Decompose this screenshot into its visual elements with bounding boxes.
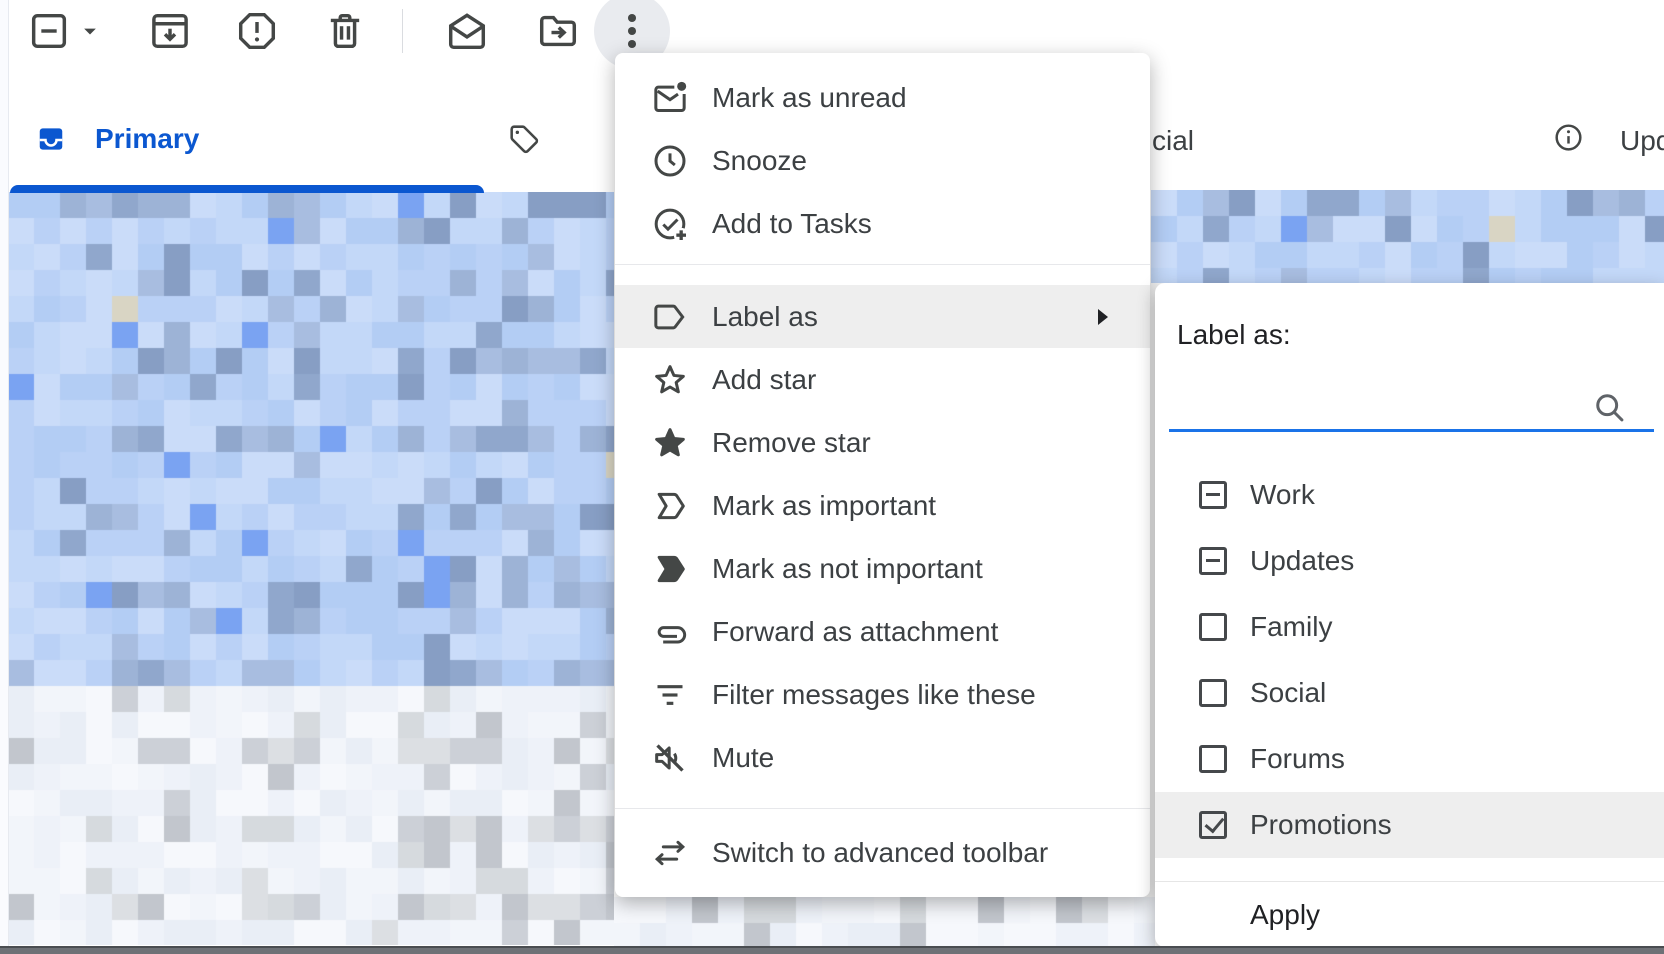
menu-item-remove-star[interactable]: Remove star xyxy=(615,411,1150,474)
submenu-arrow-icon xyxy=(1094,306,1112,328)
primary-tab-active-underline xyxy=(10,185,484,193)
important-outline-icon xyxy=(650,486,690,526)
menu-item-label-as[interactable]: Label as xyxy=(615,285,1150,348)
select-checkbox[interactable] xyxy=(26,8,72,54)
email-list-blurred-bottom xyxy=(614,897,1155,946)
add-task-icon xyxy=(650,204,690,244)
tab-updates-partial-label[interactable]: Upd xyxy=(1620,124,1664,158)
report-spam-icon[interactable] xyxy=(234,8,280,54)
menu-item-label: Add to Tasks xyxy=(712,208,872,240)
primary-tab-icon xyxy=(36,124,66,154)
mute-icon xyxy=(650,738,690,778)
menu-item-mark-as-not-important[interactable]: Mark as not important xyxy=(615,537,1150,600)
label-list: Work Updates Family Social Forums Promot… xyxy=(1155,462,1664,858)
label-option-text: Work xyxy=(1250,479,1315,511)
mark-unread-icon xyxy=(650,78,690,118)
checkbox-indeterminate-icon[interactable] xyxy=(1199,547,1227,575)
label-option-promotions[interactable]: Promotions xyxy=(1155,792,1664,858)
menu-item-label: Mark as unread xyxy=(712,82,907,114)
checkbox-empty-icon[interactable] xyxy=(1199,745,1227,773)
more-options-icon[interactable] xyxy=(609,8,655,54)
select-dropdown-caret-icon[interactable] xyxy=(76,17,104,45)
menu-item-label: Label as xyxy=(712,301,818,333)
menu-item-label: Remove star xyxy=(712,427,871,459)
menu-item-add-to-tasks[interactable]: Add to Tasks xyxy=(615,192,1150,255)
checkbox-empty-icon[interactable] xyxy=(1199,679,1227,707)
menu-item-filter-messages[interactable]: Filter messages like these xyxy=(615,663,1150,726)
search-icon[interactable] xyxy=(1591,389,1627,425)
label-option-text: Forums xyxy=(1250,743,1345,775)
checkbox-checked-icon[interactable] xyxy=(1199,811,1227,839)
tab-primary[interactable]: Primary xyxy=(95,122,199,156)
menu-item-add-star[interactable]: Add star xyxy=(615,348,1150,411)
menu-item-label: Snooze xyxy=(712,145,807,177)
label-option-forums[interactable]: Forums xyxy=(1155,726,1664,792)
menu-divider xyxy=(615,808,1150,809)
menu-divider xyxy=(615,264,1150,265)
label-option-social[interactable]: Social xyxy=(1155,660,1664,726)
label-search-input[interactable] xyxy=(1171,379,1585,427)
search-underline xyxy=(1169,429,1654,432)
menu-item-mark-as-unread[interactable]: Mark as unread xyxy=(615,66,1150,129)
label-option-text: Family xyxy=(1250,611,1332,643)
delete-icon[interactable] xyxy=(322,8,368,54)
clock-icon xyxy=(650,141,690,181)
info-icon[interactable] xyxy=(1552,121,1585,154)
menu-item-snooze[interactable]: Snooze xyxy=(615,129,1150,192)
filter-icon xyxy=(650,675,690,715)
window-bottom-edge xyxy=(0,946,1664,954)
email-list-blurred xyxy=(8,192,614,945)
menu-item-label: Forward as attachment xyxy=(712,616,998,648)
menu-item-label: Mute xyxy=(712,742,774,774)
menu-item-mute[interactable]: Mute xyxy=(615,726,1150,789)
email-row-blurred-right xyxy=(1151,190,1664,283)
label-icon xyxy=(650,297,690,337)
label-option-text: Social xyxy=(1250,677,1326,709)
attachment-icon xyxy=(650,612,690,652)
star-outline-icon xyxy=(650,360,690,400)
star-filled-icon xyxy=(650,423,690,463)
menu-item-switch-advanced-toolbar[interactable]: Switch to advanced toolbar xyxy=(615,821,1150,884)
menu-item-mark-as-important[interactable]: Mark as important xyxy=(615,474,1150,537)
menu-item-label: Filter messages like these xyxy=(712,679,1036,711)
mark-as-read-icon[interactable] xyxy=(444,8,490,54)
gmail-window: Primary cial Upd Mark as unread Snooze xyxy=(0,0,1664,954)
menu-item-label: Mark as not important xyxy=(712,553,983,585)
checkbox-empty-icon[interactable] xyxy=(1199,613,1227,641)
label-option-updates[interactable]: Updates xyxy=(1155,528,1664,594)
toolbar-divider xyxy=(402,9,403,53)
tab-social-partial-label[interactable]: cial xyxy=(1152,124,1194,158)
menu-item-label: Switch to advanced toolbar xyxy=(712,837,1048,869)
important-filled-icon xyxy=(650,549,690,589)
label-option-work[interactable]: Work xyxy=(1155,462,1664,528)
more-options-context-menu: Mark as unread Snooze Add to Tasks xyxy=(615,53,1150,897)
promotions-tab-tag-icon[interactable] xyxy=(507,122,541,156)
label-option-text: Promotions xyxy=(1250,809,1392,841)
swap-arrows-icon xyxy=(650,833,690,873)
menu-item-forward-as-attachment[interactable]: Forward as attachment xyxy=(615,600,1150,663)
menu-item-label: Add star xyxy=(712,364,816,396)
move-to-icon[interactable] xyxy=(535,8,581,54)
checkbox-indeterminate-icon[interactable] xyxy=(1199,481,1227,509)
archive-icon[interactable] xyxy=(147,8,193,54)
label-option-text: Updates xyxy=(1250,545,1354,577)
menu-item-label: Mark as important xyxy=(712,490,936,522)
label-as-title: Label as: xyxy=(1177,319,1291,351)
label-as-submenu: Label as: Work Updates Family Social xyxy=(1155,283,1664,947)
label-option-family[interactable]: Family xyxy=(1155,594,1664,660)
apply-button[interactable]: Apply xyxy=(1155,882,1664,947)
left-edge-gutter xyxy=(0,0,9,946)
